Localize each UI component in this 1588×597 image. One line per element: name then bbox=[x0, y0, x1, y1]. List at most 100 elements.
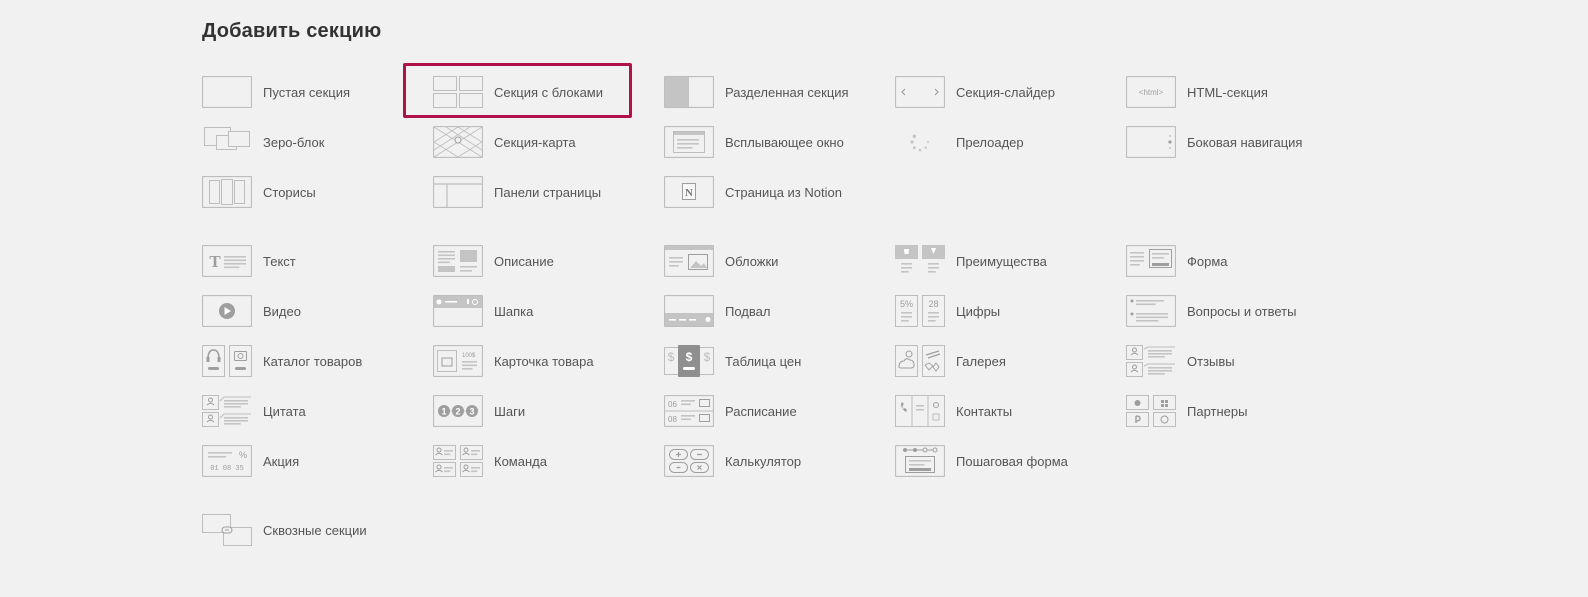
section-item-quote[interactable]: Цитата bbox=[202, 394, 428, 428]
section-item-schedule[interactable]: 06 08 Расписание bbox=[664, 394, 890, 428]
side-navigation-icon bbox=[1126, 126, 1176, 158]
svg-text:1: 1 bbox=[441, 407, 446, 417]
section-item-description[interactable]: Описание bbox=[433, 244, 659, 278]
section-item-pricing[interactable]: $ $ $ Таблица цен bbox=[664, 344, 890, 378]
section-item-label: Таблица цен bbox=[725, 353, 802, 369]
svg-text:%: % bbox=[239, 450, 247, 460]
section-item-gallery[interactable]: Галерея bbox=[895, 344, 1121, 378]
section-item-label: Секция-карта bbox=[494, 134, 576, 150]
steps-icon: 123 bbox=[433, 395, 483, 427]
product-card-icon: 100$ bbox=[433, 345, 483, 377]
section-item-promo[interactable]: % 01 08 35 Акция bbox=[202, 444, 428, 478]
section-item-label: Пошаговая форма bbox=[956, 453, 1068, 469]
section-item-label: Прелоадер bbox=[956, 134, 1024, 150]
section-item-notion[interactable]: N Страница из Notion bbox=[664, 175, 890, 209]
gallery-icon bbox=[895, 345, 945, 377]
section-item-cross[interactable]: Сквозные секции bbox=[202, 513, 428, 547]
section-item-popup[interactable]: Всплывающее окно bbox=[664, 125, 890, 159]
stories-icon bbox=[202, 176, 252, 208]
linked-sections-icon bbox=[202, 514, 252, 546]
section-item-zero[interactable]: Зеро-блок bbox=[202, 125, 428, 159]
section-item-text[interactable]: T Текст bbox=[202, 244, 428, 278]
section-item-video[interactable]: Видео bbox=[202, 294, 428, 328]
promo-timer-icon: % 01 08 35 bbox=[202, 445, 252, 477]
section-item-label: Калькулятор bbox=[725, 453, 802, 469]
team-icon bbox=[433, 445, 483, 477]
add-section-page: Добавить секцию Пустая секция Секция с бл… bbox=[0, 0, 1588, 597]
section-item-covers[interactable]: Обложки bbox=[664, 244, 890, 278]
svg-text:<html>: <html> bbox=[1139, 88, 1164, 97]
section-item-label: Всплывающее окно bbox=[725, 134, 844, 150]
notion-icon: N bbox=[664, 176, 714, 208]
section-item-label: Страница из Notion bbox=[725, 184, 842, 200]
faq-list-icon bbox=[1126, 295, 1176, 327]
section-item-product[interactable]: 100$ Карточка товара bbox=[433, 344, 659, 378]
description-icon bbox=[433, 245, 483, 277]
section-item-partners[interactable]: Партнеры bbox=[1126, 394, 1352, 428]
section-item-label: Боковая навигация bbox=[1187, 134, 1303, 150]
section-item-label: Обложки bbox=[725, 253, 779, 269]
section-item-split[interactable]: Разделенная секция bbox=[664, 75, 890, 109]
reviews-icon bbox=[1126, 345, 1176, 377]
section-item-label: Зеро-блок bbox=[263, 134, 325, 150]
section-item-label: Преимущества bbox=[956, 253, 1047, 269]
slider-icon bbox=[895, 76, 945, 108]
section-item-slider[interactable]: Секция-слайдер bbox=[895, 75, 1121, 109]
features-icon bbox=[895, 245, 945, 277]
section-item-label: Текст bbox=[263, 253, 296, 269]
section-item-html[interactable]: <html> HTML-секция bbox=[1126, 75, 1352, 109]
schedule-icon: 06 08 bbox=[664, 395, 714, 427]
section-item-label: Секция с блоками bbox=[494, 84, 604, 100]
catalog-products-icon bbox=[202, 345, 252, 377]
section-item-label: Вопросы и ответы bbox=[1187, 303, 1297, 319]
section-item-label: Панели страницы bbox=[494, 184, 602, 200]
section-item-label: Галерея bbox=[956, 353, 1006, 369]
section-item-blocks[interactable]: Секция с блоками bbox=[433, 75, 659, 109]
section-item-label: Цифры bbox=[956, 303, 1001, 319]
quote-icon bbox=[202, 395, 252, 427]
section-item-empty[interactable]: Пустая секция bbox=[202, 75, 428, 109]
section-item-stories[interactable]: Сторисы bbox=[202, 175, 428, 209]
contacts-icon bbox=[895, 395, 945, 427]
preloader-spinner-icon bbox=[895, 126, 945, 158]
section-item-sidenav[interactable]: Боковая навигация bbox=[1126, 125, 1352, 159]
svg-text:08: 08 bbox=[668, 415, 677, 424]
section-item-label: Контакты bbox=[956, 403, 1013, 419]
section-item-label: Пустая секция bbox=[263, 84, 351, 100]
section-item-steps[interactable]: 1 2 3 Шаги bbox=[433, 394, 659, 428]
form-icon bbox=[1126, 245, 1176, 277]
section-item-form[interactable]: Форма bbox=[1126, 244, 1352, 278]
video-play-icon bbox=[202, 295, 252, 327]
section-item-panels[interactable]: Панели страницы bbox=[433, 175, 659, 209]
section-item-label: HTML-секция bbox=[1187, 84, 1268, 100]
section-item-header[interactable]: Шапка bbox=[433, 294, 659, 328]
section-item-label: Цитата bbox=[263, 403, 306, 419]
section-item-features[interactable]: Преимущества bbox=[895, 244, 1121, 278]
section-item-label: Описание bbox=[494, 253, 554, 269]
section-item-stepform[interactable]: Пошаговая форма bbox=[895, 444, 1121, 478]
section-item-preloader[interactable]: Прелоадер bbox=[895, 125, 1121, 159]
section-item-contacts[interactable]: Контакты bbox=[895, 394, 1121, 428]
footer-bar-icon bbox=[664, 295, 714, 327]
section-item-label: Шаги bbox=[494, 403, 526, 419]
section-item-label: Разделенная секция bbox=[725, 84, 849, 100]
blocks-grid-icon bbox=[433, 76, 483, 108]
section-item-map[interactable]: Секция-карта bbox=[433, 125, 659, 159]
section-item-catalog[interactable]: Каталог товаров bbox=[202, 344, 428, 378]
html-icon: <html> bbox=[1126, 76, 1176, 108]
section-item-label: Карточка товара bbox=[494, 353, 594, 369]
numbers-icon: 5% 28 bbox=[895, 295, 945, 327]
svg-text:01 08 35: 01 08 35 bbox=[210, 465, 244, 473]
split-section-icon bbox=[664, 76, 714, 108]
header-bar-icon bbox=[433, 295, 483, 327]
svg-text:2: 2 bbox=[455, 407, 460, 417]
cover-icon bbox=[664, 245, 714, 277]
step-form-icon bbox=[895, 445, 945, 477]
section-item-reviews[interactable]: Отзывы bbox=[1126, 344, 1352, 378]
section-item-numbers[interactable]: 5% 28 Цифры bbox=[895, 294, 1121, 328]
section-item-team[interactable]: Команда bbox=[433, 444, 659, 478]
section-item-faq[interactable]: Вопросы и ответы bbox=[1126, 294, 1352, 328]
section-item-footer[interactable]: Подвал bbox=[664, 294, 890, 328]
section-item-calculator[interactable]: Калькулятор bbox=[664, 444, 890, 478]
section-item-label: Расписание bbox=[725, 403, 797, 419]
